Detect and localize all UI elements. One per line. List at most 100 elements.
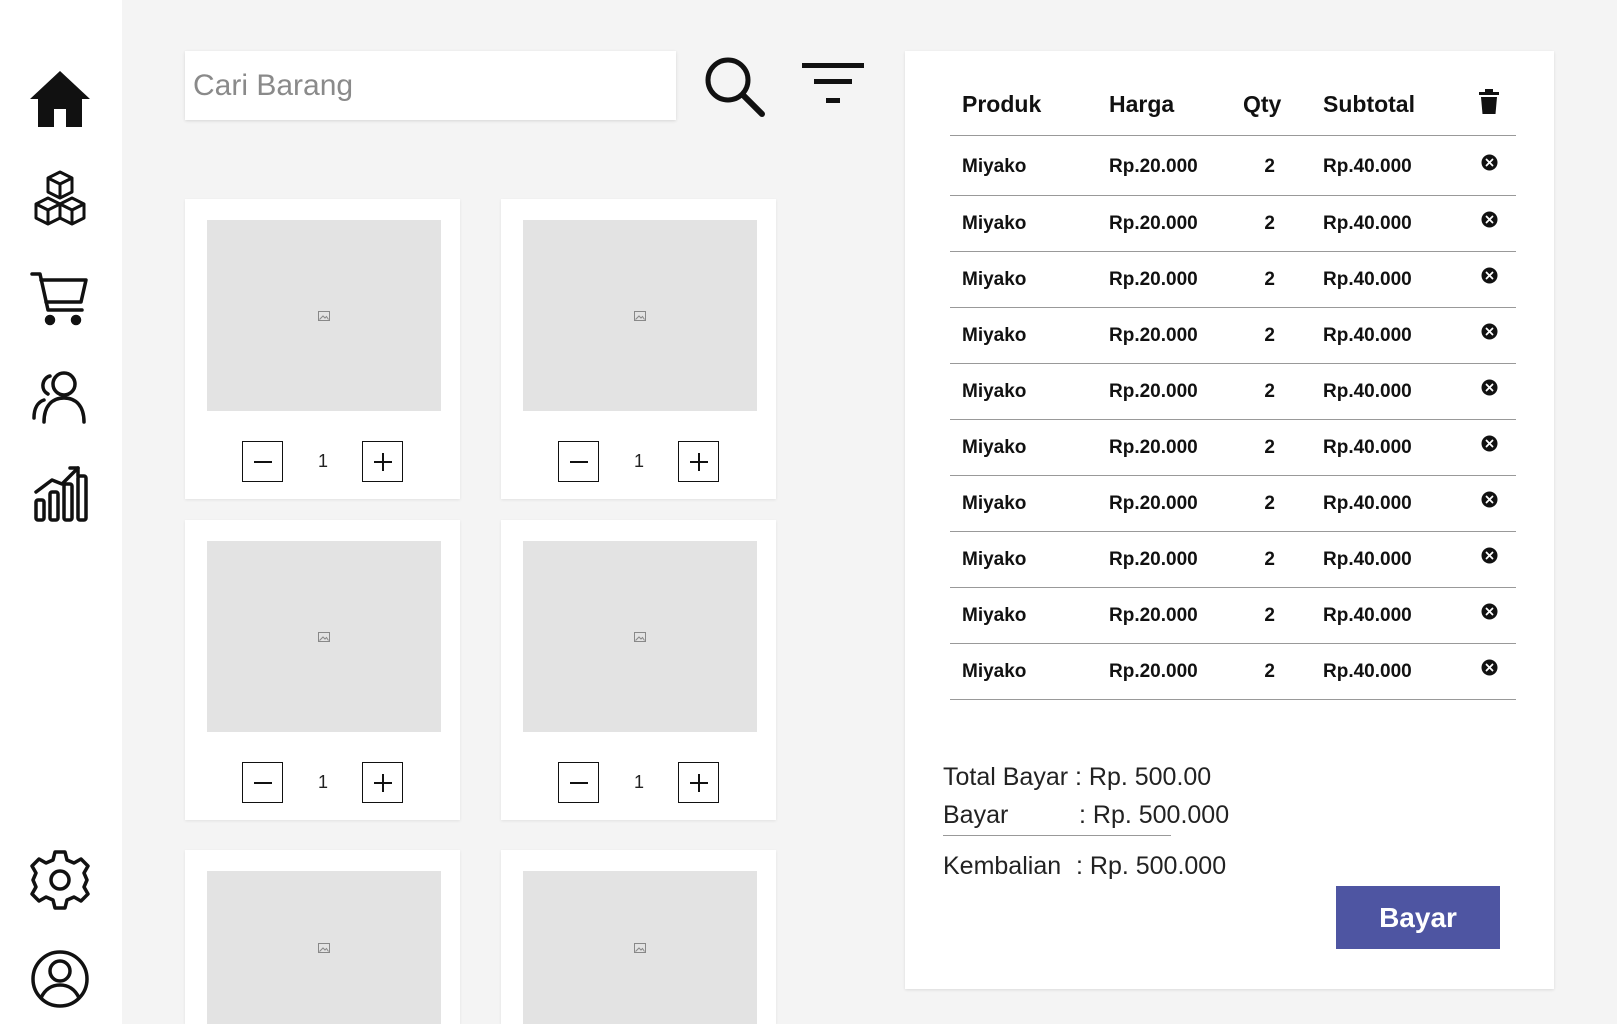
cart-cell-subtotal: Rp.40.000: [1323, 325, 1412, 346]
plus-icon: [689, 452, 708, 471]
remove-item-icon[interactable]: [1481, 267, 1498, 284]
qty-value: 1: [633, 451, 644, 471]
cart-cell-qty: 2: [1264, 156, 1275, 177]
increase-qty-button[interactable]: [678, 441, 719, 482]
remove-item-icon[interactable]: [1481, 603, 1498, 620]
cart-cell-qty: 2: [1264, 661, 1275, 682]
product-card[interactable]: 1: [501, 520, 776, 820]
decrease-qty-button[interactable]: [242, 441, 283, 482]
settings-icon[interactable]: [28, 848, 92, 912]
clear-cart-trash-icon[interactable]: [1478, 89, 1500, 115]
home-icon[interactable]: [28, 67, 92, 131]
decrease-qty-button[interactable]: [558, 762, 599, 803]
cart-cell-qty: 2: [1264, 325, 1275, 346]
cart-cell-subtotal: Rp.40.000: [1323, 605, 1412, 626]
increase-qty-button[interactable]: [678, 762, 719, 803]
product-card[interactable]: 1: [185, 199, 460, 499]
cart-cell-product: Miyako: [962, 156, 1027, 177]
cart-cell-product: Miyako: [962, 381, 1027, 402]
search-icon[interactable]: [702, 54, 766, 118]
increase-qty-button[interactable]: [362, 441, 403, 482]
pay-label: Bayar: [943, 801, 1009, 829]
decrease-qty-button[interactable]: [242, 762, 283, 803]
cart-row: Miyako Rp.20.000 2 Rp.40.000: [950, 644, 1516, 700]
cart-cell-qty: 2: [1264, 605, 1275, 626]
cart-cell-subtotal: Rp.40.000: [1323, 493, 1412, 514]
cart-cell-subtotal: Rp.40.000: [1323, 549, 1412, 570]
remove-item-icon[interactable]: [1481, 435, 1498, 452]
decrease-qty-button[interactable]: [558, 441, 599, 482]
product-card[interactable]: 1: [501, 199, 776, 499]
cart-cell-qty: 2: [1264, 549, 1275, 570]
cart-cell-qty: 2: [1264, 381, 1275, 402]
cart-row: Miyako Rp.20.000 2 Rp.40.000: [950, 196, 1516, 252]
pay-input-underline: [943, 835, 1171, 836]
plus-icon: [689, 773, 708, 792]
cart-cell-price: Rp.20.000: [1109, 156, 1198, 177]
cart-cell-price: Rp.20.000: [1109, 437, 1198, 458]
product-card[interactable]: [185, 850, 460, 1024]
cart-cell-subtotal: Rp.40.000: [1323, 437, 1412, 458]
header-product: Produk: [962, 91, 1042, 117]
search-input[interactable]: [185, 51, 676, 120]
profile-icon[interactable]: [28, 947, 92, 1011]
remove-item-icon[interactable]: [1481, 379, 1498, 396]
cart-row: Miyako Rp.20.000 2 Rp.40.000: [950, 476, 1516, 532]
image-icon: [634, 942, 646, 953]
image-icon: [318, 631, 330, 642]
cart-icon[interactable]: [28, 266, 92, 330]
product-image: [207, 541, 441, 732]
cart-cell-product: Miyako: [962, 269, 1027, 290]
header-qty: Qty: [1243, 91, 1282, 117]
cart-row: Miyako Rp.20.000 2 Rp.40.000: [950, 532, 1516, 588]
image-icon: [634, 631, 646, 642]
minus-icon: [569, 781, 588, 784]
cart-cell-price: Rp.20.000: [1109, 549, 1198, 570]
product-image: [523, 220, 757, 411]
product-image: [207, 220, 441, 411]
users-icon[interactable]: [28, 364, 92, 428]
header-divider: [950, 135, 1516, 136]
header-price: Harga: [1109, 91, 1175, 117]
remove-item-icon[interactable]: [1481, 323, 1498, 340]
increase-qty-button[interactable]: [362, 762, 403, 803]
cart-row: Miyako Rp.20.000 2 Rp.40.000: [950, 364, 1516, 420]
remove-item-icon[interactable]: [1481, 154, 1498, 171]
cart-cell-qty: 2: [1264, 493, 1275, 514]
boxes-icon[interactable]: [28, 166, 92, 230]
pay-button[interactable]: Bayar: [1336, 886, 1500, 949]
minus-icon: [253, 781, 272, 784]
cart-cell-qty: 2: [1264, 269, 1275, 290]
remove-item-icon[interactable]: [1481, 491, 1498, 508]
cart-cell-subtotal: Rp.40.000: [1323, 269, 1412, 290]
total-label: Total Bayar : Rp. 500.00: [943, 763, 1212, 791]
qty-value: 1: [633, 772, 644, 792]
header-subtotal: Subtotal: [1323, 91, 1415, 117]
product-card[interactable]: 1: [185, 520, 460, 820]
remove-item-icon[interactable]: [1481, 547, 1498, 564]
minus-icon: [253, 460, 272, 463]
chart-icon[interactable]: [28, 462, 92, 526]
pay-amount-input[interactable]: : Rp. 500.000: [1079, 801, 1229, 830]
cart-cell-product: Miyako: [962, 661, 1027, 682]
product-image: [207, 871, 441, 1024]
image-icon: [318, 310, 330, 321]
cart-cell-subtotal: Rp.40.000: [1323, 381, 1412, 402]
minus-icon: [569, 460, 588, 463]
remove-item-icon[interactable]: [1481, 211, 1498, 228]
filter-icon[interactable]: [802, 63, 864, 108]
cart-cell-product: Miyako: [962, 213, 1027, 234]
cart-panel: Produk Harga Qty Subtotal Miyako Rp.20.00…: [905, 51, 1554, 989]
plus-icon: [373, 773, 392, 792]
cart-cell-price: Rp.20.000: [1109, 381, 1198, 402]
remove-item-icon[interactable]: [1481, 659, 1498, 676]
cart-row: Miyako Rp.20.000 2 Rp.40.000: [950, 252, 1516, 308]
cart-cell-product: Miyako: [962, 549, 1027, 570]
qty-value: 1: [317, 451, 328, 471]
cart-cell-product: Miyako: [962, 605, 1027, 626]
cart-row: Miyako Rp.20.000 2 Rp.40.000: [950, 308, 1516, 364]
product-card[interactable]: [501, 850, 776, 1024]
cart-cell-price: Rp.20.000: [1109, 213, 1198, 234]
cart-cell-price: Rp.20.000: [1109, 661, 1198, 682]
cart-cell-price: Rp.20.000: [1109, 325, 1198, 346]
